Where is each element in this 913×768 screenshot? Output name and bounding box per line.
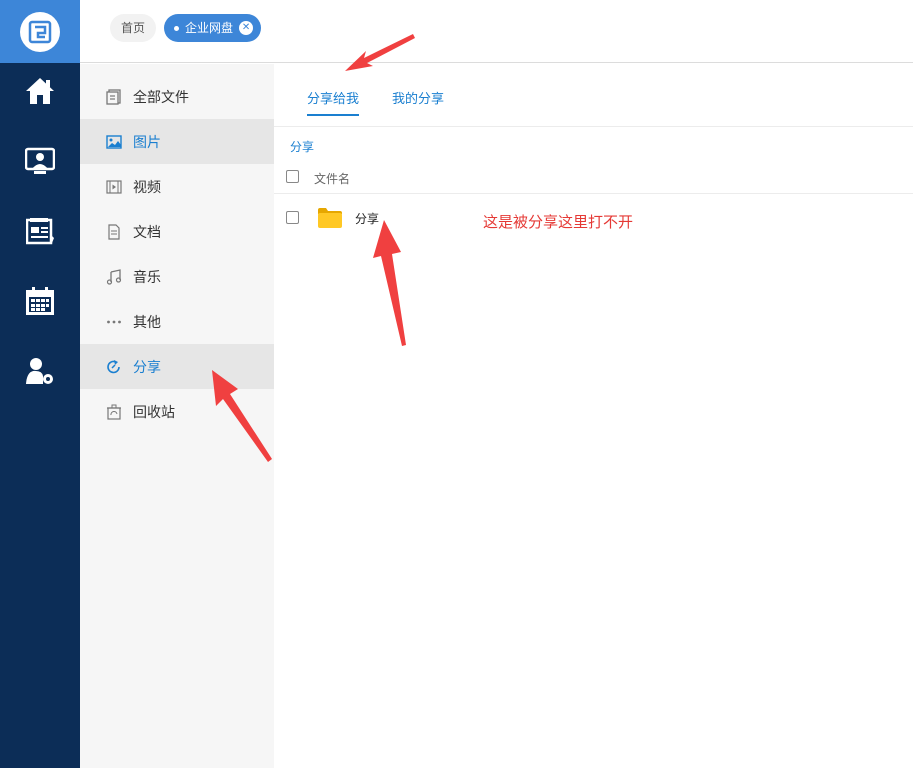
tab-my-shares[interactable]: 我的分享 — [392, 88, 444, 107]
document-icon — [105, 223, 123, 241]
close-icon[interactable]: ✕ — [239, 21, 254, 35]
tab-shared-with-me[interactable]: 分享给我 — [307, 88, 360, 116]
home-icon — [24, 76, 56, 110]
monitor-user-icon — [24, 147, 56, 179]
nav-item-label: 音乐 — [133, 269, 161, 286]
share-icon — [105, 358, 123, 376]
nav-item-videos[interactable]: 视频 — [80, 164, 274, 209]
rail-monitor-button[interactable] — [0, 133, 80, 193]
nav-item-documents[interactable]: 文档 — [80, 209, 274, 254]
row-checkbox[interactable] — [286, 211, 299, 224]
nav-item-recycle-bin[interactable]: 回收站 — [80, 389, 274, 434]
file-list-icon — [105, 88, 123, 106]
nav-item-images[interactable]: 图片 — [80, 119, 274, 164]
column-filename: 文件名 — [314, 172, 351, 186]
rail-home-button[interactable] — [0, 63, 80, 123]
app-window: 首页 企业网盘 ✕ 全部文件 图片 视频 文档 音乐 其他 分享 回收站 分享给… — [0, 0, 913, 768]
more-icon — [105, 313, 123, 331]
icon-rail — [0, 0, 80, 768]
nav-item-other[interactable]: 其他 — [80, 299, 274, 344]
nav-item-label: 其他 — [133, 314, 161, 331]
recycle-icon — [105, 403, 123, 421]
top-bar: 首页 企业网盘 ✕ — [80, 0, 913, 63]
nav-item-label: 全部文件 — [133, 89, 189, 106]
nav-item-label: 文档 — [133, 224, 161, 241]
tab-enterprise-disk[interactable]: 企业网盘 ✕ — [164, 14, 262, 42]
nav-item-label: 分享 — [133, 359, 161, 376]
file-table-header: 文件名 — [274, 160, 913, 194]
nav-item-label: 图片 — [133, 134, 161, 151]
nav-item-label: 回收站 — [133, 404, 175, 421]
file-content-area: 分享给我 我的分享 分享 文件名 分享 — [274, 64, 913, 768]
share-tabs: 分享给我 我的分享 — [274, 64, 913, 127]
news-icon — [25, 217, 54, 249]
logo-icon — [20, 11, 60, 52]
tab-enterprise-disk-label: 企业网盘 — [185, 21, 234, 35]
calendar-icon — [25, 286, 55, 320]
breadcrumb[interactable]: 分享 — [290, 138, 314, 155]
user-settings-icon — [25, 356, 55, 390]
nav-item-share[interactable]: 分享 — [80, 344, 274, 389]
rail-user-settings-button[interactable] — [0, 343, 80, 403]
folder-icon — [317, 207, 343, 229]
rail-news-button[interactable] — [0, 203, 80, 263]
nav-item-label: 视频 — [133, 179, 161, 196]
rail-calendar-button[interactable] — [0, 273, 80, 333]
music-icon — [105, 268, 123, 286]
active-dot-icon — [174, 25, 179, 31]
select-all-checkbox[interactable] — [286, 170, 299, 183]
image-icon — [105, 133, 123, 151]
nav-item-all-files[interactable]: 全部文件 — [80, 74, 274, 119]
tab-home[interactable]: 首页 — [110, 14, 157, 42]
file-name[interactable]: 分享 — [355, 210, 379, 227]
video-icon — [105, 178, 123, 196]
app-logo[interactable] — [0, 0, 80, 63]
nav-item-music[interactable]: 音乐 — [80, 254, 274, 299]
file-category-nav: 全部文件 图片 视频 文档 音乐 其他 分享 回收站 — [80, 64, 274, 768]
annotation-note: 这是被分享这里打不开 — [483, 213, 634, 231]
